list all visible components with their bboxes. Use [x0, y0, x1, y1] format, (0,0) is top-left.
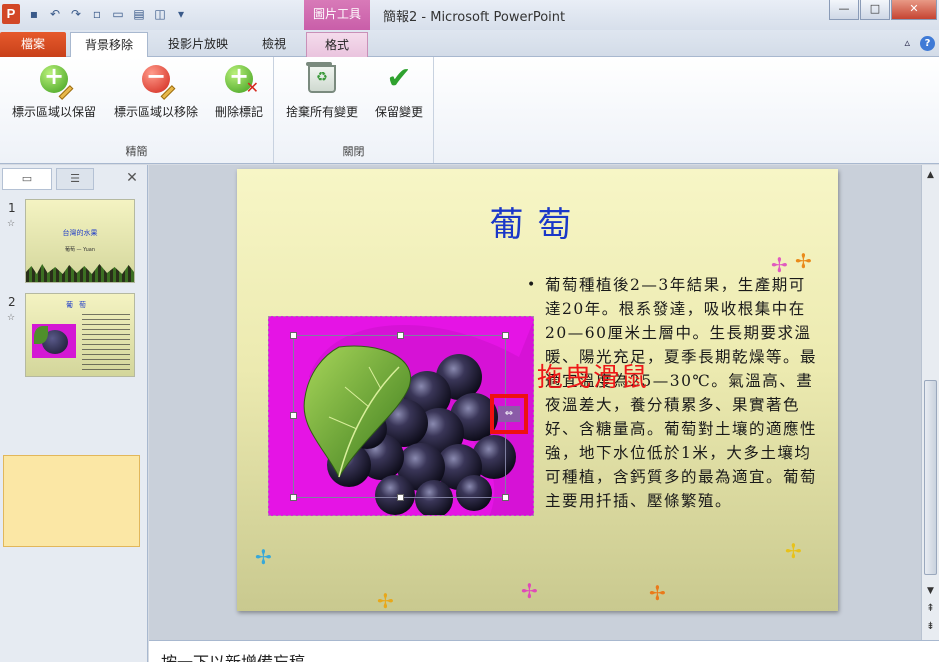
thumb-1-number: 1 [8, 201, 16, 215]
redo-icon[interactable]: ↷ [68, 6, 84, 22]
tab-format[interactable]: 格式 [306, 32, 368, 57]
delete-mark-label: 刪除標記 [214, 105, 263, 119]
thumb-2-star-icon: ☆ [7, 313, 16, 323]
ribbon: 標示區域以保留 標示區域以移除 ✕ 刪除標記 精簡 捨棄所有變更 ✔ 保留變更 … [0, 57, 939, 164]
slide-title[interactable]: 葡萄 [237, 197, 838, 246]
resize-handle[interactable] [502, 332, 509, 339]
drag-mouse-annotation: 拖曳滑鼠 [537, 363, 650, 393]
close-group-label: 關閉 [342, 145, 365, 158]
vertical-scrollbar[interactable]: ▲ ▼ ⇞ ⇟ [921, 165, 939, 640]
next-slide-icon[interactable]: ⇟ [922, 619, 939, 635]
keep-changes-button[interactable]: ✔ 保留變更 [368, 61, 430, 120]
add-mark-icon [40, 62, 74, 100]
maximize-button[interactable]: □ [860, 0, 890, 20]
tab-view[interactable]: 檢視 [246, 32, 302, 57]
thumb-1-subtitle: 葡萄 — Yuan [64, 247, 96, 253]
dragonfly-icon: ✢ [377, 589, 394, 611]
thumb-2-title: 葡萄 [66, 301, 92, 309]
notes-pane[interactable]: 按一下以新增備忘稿 [149, 640, 939, 662]
remove-mark-icon [142, 62, 176, 100]
resize-handle[interactable] [502, 494, 509, 501]
discard-label: 捨棄所有變更 [285, 105, 358, 119]
undo-icon[interactable]: ↶ [47, 6, 63, 22]
powerpoint-app-icon[interactable]: P [2, 4, 20, 24]
dragonfly-icon: ✢ [649, 581, 666, 605]
window-controls: — □ ✕ [829, 0, 937, 20]
slides-pane: ▭ ☰ ✕ 1 ☆ 台灣的水果 葡萄 — Yuan 2 ☆ 葡萄 [0, 165, 148, 662]
thumb-1-star-icon: ☆ [7, 219, 16, 229]
resize-handle[interactable] [290, 494, 297, 501]
mark-areas-to-remove-button[interactable]: 標示區域以移除 [106, 62, 206, 120]
window-title: 簡報2 - Microsoft PowerPoint [383, 10, 566, 25]
tab-slide-show[interactable]: 投影片放映 [156, 32, 240, 57]
drag-handle-highlight[interactable]: ⇔ [490, 394, 528, 434]
horizontal-resize-cursor-icon: ⇔ [498, 406, 520, 422]
previous-slide-icon[interactable]: ⇞ [922, 601, 939, 617]
dragonfly-icon: ✢ [771, 253, 788, 277]
slide-thumbnail-1[interactable]: 台灣的水果 葡萄 — Yuan [25, 199, 135, 283]
mark-keep-label: 標示區域以保留 [11, 105, 96, 119]
slide-thumbnail-2[interactable]: 葡萄 [25, 293, 135, 377]
resize-handle[interactable] [290, 412, 297, 419]
tab-outline[interactable]: ☰ [56, 168, 94, 190]
thumb-2-picture [32, 324, 76, 358]
dragonfly-icon: ✢ [785, 539, 802, 563]
delete-mark-icon: ✕ [225, 62, 259, 97]
minimize-button[interactable]: — [829, 0, 859, 20]
ribbon-right-controls: ▵ ? [904, 36, 935, 51]
tab-slides[interactable]: ▭ [2, 168, 52, 190]
discard-all-changes-button[interactable]: 捨棄所有變更 [280, 62, 364, 120]
ribbon-tabs: 檔案 背景移除 投影片放映 檢視 格式 ▵ ? [0, 30, 939, 58]
notes-placeholder[interactable]: 按一下以新增備忘稿 [161, 649, 305, 662]
selected-thumb-highlight [3, 455, 140, 547]
close-group: 捨棄所有變更 ✔ 保留變更 關閉 [274, 57, 434, 163]
open-folder-icon[interactable]: ▭ [110, 6, 126, 22]
help-icon[interactable]: ? [920, 36, 935, 51]
scroll-up-icon[interactable]: ▲ [922, 167, 939, 183]
save-icon[interactable]: ▪ [26, 6, 42, 22]
delete-mark-button[interactable]: ✕ 刪除標記 [208, 62, 270, 120]
refine-group: 標示區域以保留 標示區域以移除 ✕ 刪除標記 精簡 [0, 57, 274, 163]
close-button[interactable]: ✕ [891, 0, 937, 20]
picture-tools-header: 圖片工具 [304, 0, 370, 30]
outline-view-icon: ☰ [70, 172, 80, 185]
refine-group-label: 精簡 [125, 145, 148, 158]
keep-changes-icon: ✔ [386, 61, 412, 96]
resize-handle[interactable] [397, 494, 404, 501]
new-file-icon[interactable]: ▫ [89, 6, 105, 22]
thumb-1-title: 台灣的水果 [62, 229, 98, 237]
tab-file[interactable]: 檔案 [0, 32, 66, 57]
dragonfly-icon: ✢ [255, 545, 272, 569]
slide-canvas[interactable]: 葡萄 ⇔ • 葡萄種植後2—3年結果，生產期可達20年。根系發達，吸收根集中在2… [237, 169, 838, 611]
quick-access-toolbar: ▪ ↶ ↷ ▫ ▭ ▤ ◫ ▾ [26, 6, 189, 22]
title-bar: P ▪ ↶ ↷ ▫ ▭ ▤ ◫ ▾ 圖片工具 簡報2 - Microsoft P… [0, 0, 939, 30]
bullet-point: • [527, 277, 537, 293]
thumb-2-number: 2 [8, 295, 16, 309]
scroll-thumb[interactable] [924, 380, 937, 575]
discard-icon [306, 62, 336, 93]
keep-changes-label: 保留變更 [374, 105, 423, 119]
thumb-1-grass [26, 264, 134, 282]
keep-area-selection[interactable] [290, 332, 509, 501]
print-icon[interactable]: ▤ [131, 6, 147, 22]
customize-toolbar-icon[interactable]: ▾ [173, 6, 189, 22]
slides-view-icon: ▭ [21, 172, 33, 185]
tab-background-removal[interactable]: 背景移除 [70, 32, 148, 58]
resize-handle[interactable] [290, 332, 297, 339]
close-pane-icon[interactable]: ✕ [118, 168, 146, 190]
mark-areas-to-keep-button[interactable]: 標示區域以保留 [4, 62, 104, 120]
slide-editing-area: 葡萄 ⇔ • 葡萄種植後2—3年結果，生產期可達20年。根系發達，吸收根集中在2… [149, 165, 921, 640]
print-preview-icon[interactable]: ◫ [152, 6, 168, 22]
dragonfly-icon: ✢ [521, 579, 538, 603]
scroll-down-icon[interactable]: ▼ [922, 583, 939, 599]
resize-handle[interactable] [397, 332, 404, 339]
dragonfly-icon: ✢ [795, 249, 812, 273]
minimize-ribbon-icon[interactable]: ▵ [904, 36, 910, 51]
thumb-2-text-lines [82, 314, 130, 370]
mark-remove-label: 標示區域以移除 [113, 105, 198, 119]
pane-tabs: ▭ ☰ ✕ [0, 168, 147, 190]
